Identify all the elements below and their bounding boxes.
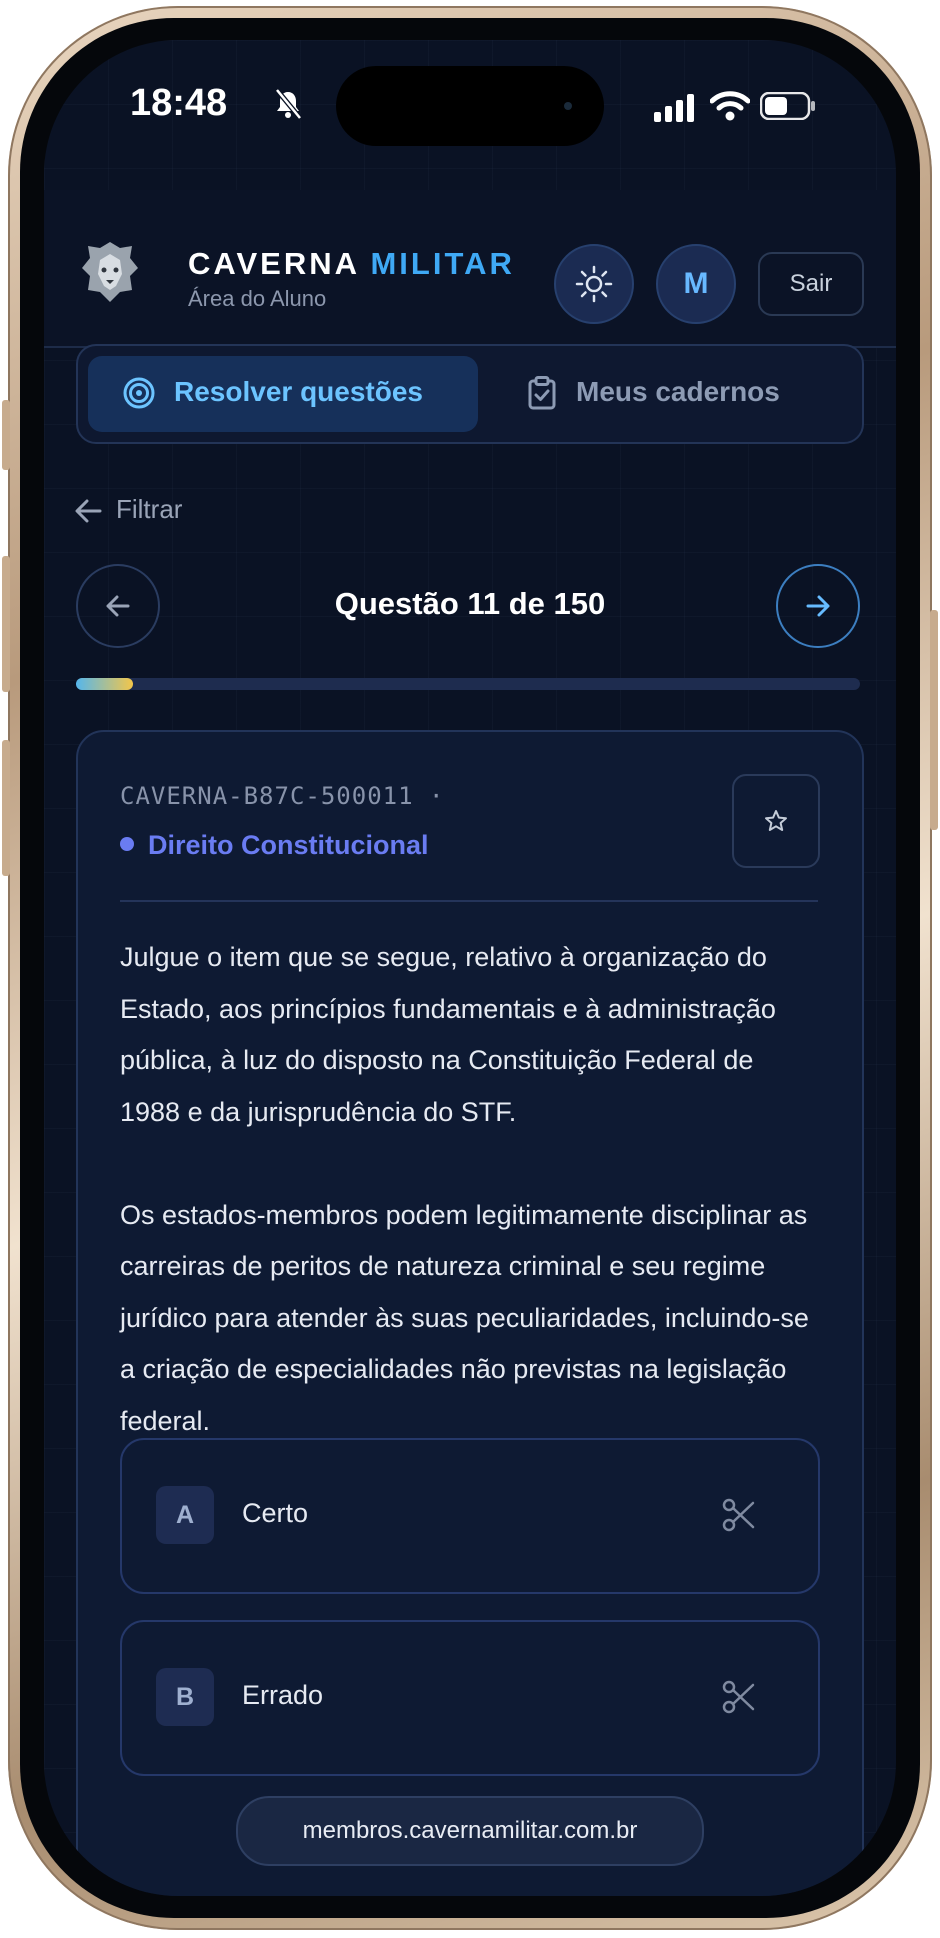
clipboard-check-icon bbox=[528, 376, 556, 410]
theme-toggle-button[interactable] bbox=[554, 244, 634, 324]
next-question-button[interactable] bbox=[776, 564, 860, 648]
tab-label: Meus cadernos bbox=[576, 376, 780, 407]
option-a[interactable]: A Certo bbox=[120, 1438, 820, 1594]
option-b[interactable]: B Errado bbox=[120, 1620, 820, 1776]
brand-main: CAVERNA bbox=[188, 246, 359, 281]
lion-logo[interactable] bbox=[80, 240, 140, 308]
power-button bbox=[930, 610, 938, 830]
tab-bar: Resolver questões Meus cadernos bbox=[76, 344, 864, 444]
screen: 18:48 CAVERNA MILITAR Área do Aluno M Sa… bbox=[44, 40, 896, 1896]
question-text: Julgue o item que se segue, relativo à o… bbox=[120, 932, 820, 1499]
question-counter: Questão 11 de 150 bbox=[334, 586, 606, 621]
battery-icon bbox=[759, 91, 816, 124]
volume-up-button bbox=[2, 556, 10, 692]
question-code: CAVERNA-B87C-500011 · bbox=[120, 782, 445, 810]
sun-icon bbox=[575, 265, 613, 303]
arrow-right-icon bbox=[806, 595, 830, 617]
divider bbox=[120, 900, 818, 902]
question-paragraph: Julgue o item que se segue, relativo à o… bbox=[120, 942, 776, 1127]
option-text: Certo bbox=[242, 1498, 309, 1528]
question-paragraph: Os estados-membros podem legitimamente d… bbox=[120, 1199, 809, 1436]
scissors-icon[interactable] bbox=[722, 1498, 756, 1532]
wifi-icon bbox=[709, 90, 751, 126]
brand-accent: MILITAR bbox=[370, 246, 515, 281]
filter-label: Filtrar bbox=[116, 494, 183, 524]
tab-resolver-questoes[interactable]: Resolver questões bbox=[88, 356, 478, 432]
logout-button[interactable]: Sair bbox=[758, 252, 864, 316]
volume-down-button bbox=[2, 740, 10, 876]
favorite-button[interactable] bbox=[732, 774, 820, 868]
previous-question-button[interactable] bbox=[76, 564, 160, 648]
option-text: Errado bbox=[242, 1680, 324, 1710]
status-time: 18:48 bbox=[130, 82, 228, 124]
area-subtitle: Área do Aluno bbox=[188, 286, 327, 311]
brand-title: CAVERNA MILITAR bbox=[188, 246, 515, 282]
option-letter: A bbox=[156, 1486, 214, 1544]
camera-dot bbox=[564, 102, 572, 110]
app-header: CAVERNA MILITAR Área do Aluno M Sair bbox=[44, 190, 896, 348]
action-button bbox=[2, 400, 10, 470]
star-icon bbox=[765, 810, 787, 831]
option-letter: B bbox=[156, 1668, 214, 1726]
scissors-icon[interactable] bbox=[722, 1680, 756, 1714]
subject-label: Direito Constitucional bbox=[148, 830, 429, 860]
tab-label: Resolver questões bbox=[174, 376, 423, 407]
subject-tag: Direito Constitucional bbox=[120, 830, 429, 861]
question-card: CAVERNA-B87C-500011 · Direito Constituci… bbox=[76, 730, 864, 1896]
bell-slash-icon bbox=[274, 88, 302, 124]
avatar[interactable]: M bbox=[656, 244, 736, 324]
progress-fill bbox=[76, 678, 134, 690]
tab-meus-cadernos[interactable]: Meus cadernos bbox=[488, 356, 852, 432]
target-icon bbox=[123, 377, 155, 409]
browser-url-bar[interactable]: membros.cavernamilitar.com.br bbox=[236, 1796, 704, 1866]
progress-bar bbox=[76, 678, 860, 690]
subject-dot bbox=[120, 836, 134, 851]
arrow-left-icon bbox=[75, 499, 102, 523]
arrow-left-icon bbox=[106, 595, 130, 617]
cellular-signal-icon bbox=[654, 94, 698, 126]
